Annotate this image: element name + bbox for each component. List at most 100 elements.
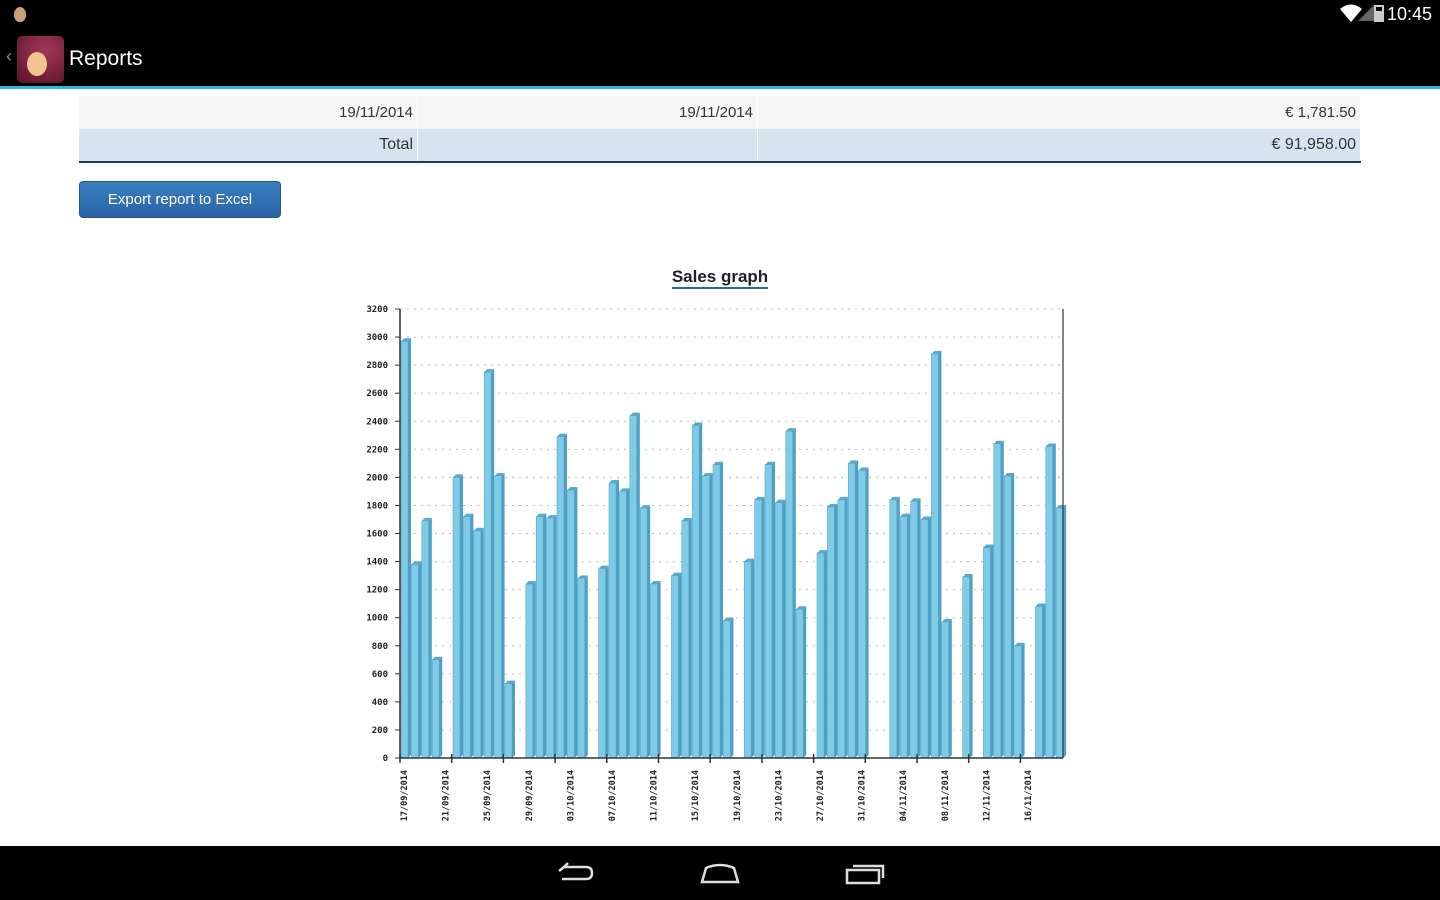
- bar: [931, 353, 939, 759]
- x-tick-label: 27/10/2014: [816, 770, 826, 821]
- bar: [983, 547, 991, 759]
- bar-side: [605, 565, 609, 758]
- bar-side: [470, 513, 474, 758]
- bar-side: [480, 527, 484, 758]
- y-tick-label: 600: [372, 670, 388, 680]
- y-tick-label: 800: [372, 642, 388, 652]
- bar-side: [948, 618, 952, 758]
- y-tick-label: 400: [372, 698, 388, 708]
- bar: [899, 516, 908, 759]
- bar-side: [782, 499, 786, 758]
- bar-side: [751, 558, 755, 758]
- bar-side: [584, 575, 588, 758]
- bar: [941, 621, 950, 759]
- y-tick-label: 1200: [366, 586, 388, 596]
- bar-side: [865, 467, 869, 758]
- bar: [691, 425, 700, 759]
- bar-side: [574, 487, 578, 758]
- bar-side: [699, 422, 703, 758]
- bar: [858, 470, 866, 759]
- bar-side: [564, 433, 567, 758]
- bar: [411, 564, 419, 759]
- bar: [816, 552, 825, 759]
- bar-side: [616, 479, 619, 758]
- bar: [754, 499, 762, 759]
- bar: [431, 659, 440, 759]
- bar-side: [928, 516, 931, 758]
- bar-side: [709, 472, 713, 758]
- bar: [577, 578, 586, 759]
- bar: [847, 463, 856, 759]
- x-tick-label: 08/11/2014: [941, 770, 951, 821]
- sales-chart: 0 200 400 600 800 1000 1200 1400 1600 1800 2000 220…: [366, 305, 1067, 821]
- y-tick-label: 2800: [366, 361, 388, 371]
- bar: [473, 530, 482, 759]
- bar-side: [408, 338, 411, 758]
- bar-side: [720, 461, 723, 758]
- x-tick-label: 16/11/2014: [1024, 770, 1034, 821]
- bar-side: [772, 461, 775, 758]
- x-tick-label: 31/10/2014: [858, 770, 868, 821]
- x-tick-label: 21/09/2014: [442, 770, 452, 821]
- y-tick-label: 2200: [366, 445, 388, 455]
- bar-side: [907, 513, 911, 758]
- bar: [494, 475, 502, 759]
- bar: [743, 561, 752, 759]
- bar: [1045, 446, 1054, 759]
- bar: [1014, 645, 1022, 759]
- y-tick-label: 1400: [366, 558, 388, 568]
- bar: [962, 576, 970, 759]
- bar: [452, 477, 461, 759]
- y-tick-label: 2400: [366, 417, 388, 427]
- bar: [785, 430, 794, 759]
- bar: [608, 482, 617, 759]
- bar: [1003, 475, 1012, 759]
- y-tick-label: 2000: [366, 473, 388, 483]
- bar-side: [896, 496, 900, 758]
- bar: [421, 520, 430, 759]
- back-icon[interactable]: [556, 860, 596, 886]
- bar-side: [969, 573, 973, 758]
- x-tick-label: 15/10/2014: [691, 770, 701, 821]
- x-tick-label: 11/10/2014: [650, 770, 660, 821]
- x-tick-label: 04/11/2014: [899, 770, 909, 821]
- y-tick-label: 3200: [366, 305, 388, 315]
- bar: [795, 609, 804, 759]
- y-tick-label: 0: [383, 754, 388, 764]
- bar-side: [792, 428, 796, 758]
- bar-side: [491, 369, 495, 758]
- home-icon[interactable]: [700, 860, 740, 886]
- y-tick-label: 2600: [366, 389, 388, 399]
- y-tick-label: 1600: [366, 530, 388, 540]
- bar-side: [678, 572, 682, 758]
- navigation-bar: [0, 846, 1440, 900]
- bar-side: [1052, 443, 1056, 758]
- bar-side: [657, 581, 661, 758]
- bar: [629, 415, 638, 759]
- bar: [535, 516, 544, 759]
- bar: [483, 371, 492, 759]
- bar: [1035, 606, 1043, 759]
- x-tick-label: 17/09/2014: [400, 770, 410, 821]
- x-tick-label: 07/10/2014: [608, 770, 618, 821]
- x-tick-label: 12/11/2014: [982, 770, 992, 821]
- bar-side: [1063, 505, 1067, 758]
- bar: [504, 683, 513, 759]
- bar: [764, 464, 773, 759]
- y-tick-label: 1800: [366, 501, 388, 511]
- bar-side: [501, 472, 505, 758]
- bar-side: [418, 561, 422, 758]
- bar-side: [730, 617, 734, 758]
- bar-side: [855, 460, 859, 758]
- bar-side: [824, 550, 827, 758]
- recent-apps-icon[interactable]: [845, 860, 885, 886]
- bar-side: [803, 606, 807, 758]
- bar: [671, 575, 679, 759]
- bar-side: [439, 656, 443, 758]
- bar: [775, 502, 783, 759]
- bar-side: [761, 496, 765, 758]
- bar-side: [844, 496, 848, 758]
- bar-side: [1021, 642, 1025, 758]
- bar-side: [990, 544, 994, 758]
- bar: [639, 507, 648, 759]
